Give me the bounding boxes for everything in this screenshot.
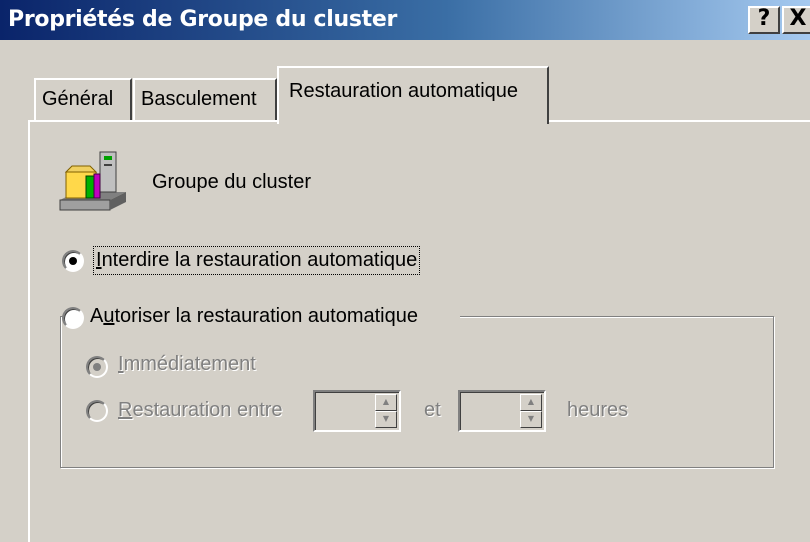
title-bar: Propriétés de Groupe du cluster ? X (0, 0, 810, 40)
allow-restore-label[interactable]: Autoriser la restauration automatique (90, 305, 418, 328)
window-title: Propriétés de Groupe du cluster (8, 7, 398, 32)
tab-basculement[interactable]: Basculement (133, 78, 277, 120)
allow-prefix: A (90, 305, 104, 327)
close-button[interactable]: X (782, 6, 810, 34)
tab-general[interactable]: Général (34, 78, 132, 120)
allow-restore-radio[interactable] (62, 307, 84, 329)
tab-restauration-automatique[interactable]: Restauration automatique (277, 66, 549, 124)
allow-label-text: toriser la restauration automatique (114, 305, 418, 327)
tab-panel (28, 120, 810, 542)
allow-mnemonic: u (103, 305, 115, 327)
help-button[interactable]: ? (748, 6, 780, 34)
